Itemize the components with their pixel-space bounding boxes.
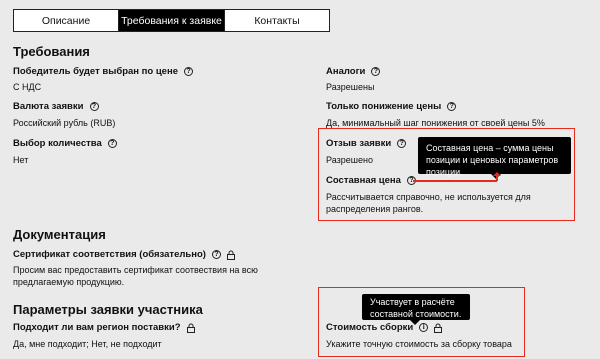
certificate-value: Просим вас предоставить сертификат соотв… [13, 265, 258, 287]
lock-icon [186, 323, 195, 333]
quantity-value: Нет [13, 155, 29, 165]
winner-label: Победитель будет выбран по цене ? [13, 66, 193, 77]
tab-description[interactable]: Описание [13, 9, 119, 32]
analogs-label: Аналоги ? [326, 66, 381, 77]
section-title-requirements: Требования [13, 44, 90, 59]
pointer-arrow-icon [413, 172, 501, 182]
currency-label: Валюта заявки ? [13, 101, 99, 112]
tab-bar: Описание Требования к заявке Контакты [13, 9, 330, 32]
withdraw-label: Отзыв заявки ? [326, 138, 407, 149]
withdraw-value: Разрешено [326, 155, 373, 165]
quantity-label: Выбор количества ? [13, 138, 117, 149]
only-decrease-label: Только понижение цены ? [326, 101, 457, 112]
currency-value: Российский рубль (RUB) [13, 118, 116, 128]
lock-icon [434, 323, 443, 333]
lock-icon [226, 250, 235, 260]
help-icon[interactable]: ? [371, 67, 381, 76]
section-title-bid-params: Параметры заявки участника [13, 302, 203, 317]
help-icon[interactable]: ? [183, 67, 193, 76]
composite-price-label: Составная цена ? [326, 175, 416, 186]
region-value: Да, мне подходит; Нет, не подходит [13, 339, 162, 349]
analogs-value: Разрешены [326, 82, 375, 92]
info-icon[interactable]: i [419, 323, 429, 332]
assembly-cost-value: Укажите точную стоимость за сборку товар… [326, 339, 512, 349]
help-icon[interactable]: ? [89, 102, 99, 111]
region-label: Подходит ли вам регион поставки? [13, 322, 195, 333]
assembly-cost-label: Стоимость сборки i [326, 322, 443, 333]
tooltip-composite-price: Составная цена – сумма цены позиции и це… [418, 137, 571, 177]
help-icon[interactable]: ? [447, 102, 457, 111]
help-icon[interactable]: ? [397, 139, 407, 148]
composite-price-value: Рассчитывается справочно, не используетс… [326, 192, 531, 214]
certificate-label: Сертификат соответствия (обязательно) ? [13, 249, 235, 260]
help-icon[interactable]: ? [107, 139, 117, 148]
tooltip-assembly-cost: Участвует в расчёте составной стоимости. [362, 294, 470, 320]
tab-requirements[interactable]: Требования к заявке [118, 9, 225, 32]
tab-contacts[interactable]: Контакты [224, 9, 330, 32]
section-title-documentation: Документация [13, 227, 106, 242]
help-icon[interactable]: ? [211, 250, 221, 259]
winner-value: С НДС [13, 82, 42, 92]
